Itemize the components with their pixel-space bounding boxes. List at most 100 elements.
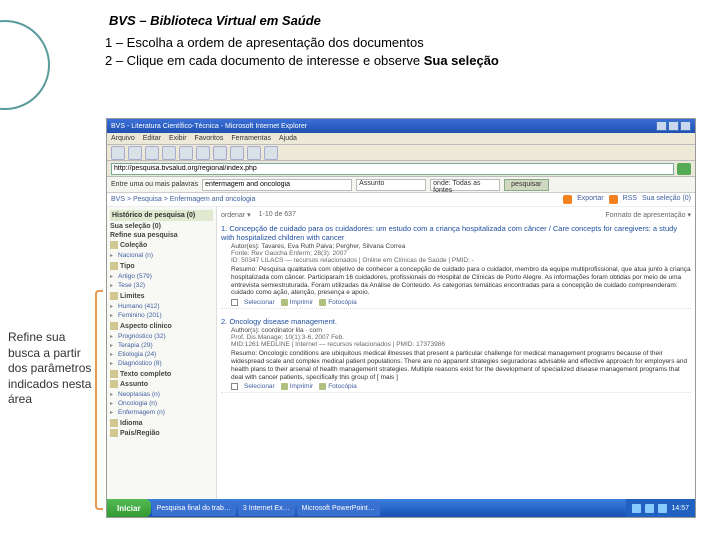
- filter-texto[interactable]: Texto completo: [110, 370, 213, 378]
- search-row: Entre uma ou mais palavras Assunto onde:…: [107, 177, 695, 193]
- close-button[interactable]: [680, 121, 691, 131]
- history-button[interactable]: [230, 146, 244, 160]
- address-input[interactable]: [111, 163, 674, 175]
- results-range: 1-10 de 637: [259, 211, 296, 219]
- breadcrumb: BVS > Pesquisa > Enfermagem and oncologi…: [111, 196, 255, 203]
- rss-link[interactable]: RSS: [623, 195, 637, 204]
- stop-button[interactable]: [145, 146, 159, 160]
- forward-button[interactable]: [128, 146, 142, 160]
- search-submit-button[interactable]: pesquisar: [504, 179, 548, 191]
- task-item[interactable]: 3 Internet Ex…: [238, 501, 295, 516]
- result-source: Prof. Dis.Manage; 10(1):3-6, 2007 Feb.: [231, 334, 691, 341]
- task-item[interactable]: Pesquisa final do trab…: [152, 501, 236, 516]
- menu-ajuda[interactable]: Ajuda: [279, 135, 297, 142]
- filter-aspecto[interactable]: Aspecto clínico: [110, 322, 213, 330]
- taskbar: Iniciar Pesquisa final do trab… 3 Intern…: [107, 499, 695, 517]
- filter-colecao[interactable]: Coleção: [110, 241, 213, 249]
- menu-exibir[interactable]: Exibir: [169, 135, 187, 142]
- photocopy-icon: [319, 383, 326, 390]
- home-button[interactable]: [179, 146, 193, 160]
- result-source: Fonte: Rev Gaúcha Enferm; 28(3): 2007: [231, 250, 691, 257]
- filter-item[interactable]: Nacional (n): [110, 251, 213, 260]
- filter-item[interactable]: Neoplasias (n): [110, 390, 213, 399]
- tray-icon[interactable]: [658, 504, 667, 513]
- mail-button[interactable]: [247, 146, 261, 160]
- filter-idioma[interactable]: Idioma: [110, 419, 213, 427]
- search-scope-select[interactable]: onde: Todas as fontes: [430, 179, 500, 191]
- folder-icon: [110, 322, 118, 330]
- filter-item[interactable]: Feminino (201): [110, 311, 213, 320]
- print-button[interactable]: [264, 146, 278, 160]
- rss-icon[interactable]: [563, 195, 572, 204]
- refine-sidebar: Histórico de pesquisa (0) Sua seleção (0…: [107, 207, 217, 517]
- print-icon: [281, 299, 288, 306]
- folder-icon: [110, 429, 118, 437]
- select-action[interactable]: Selecionar: [244, 299, 275, 306]
- folder-icon: [110, 380, 118, 388]
- filter-item[interactable]: Etiologia (24): [110, 350, 213, 359]
- print-action[interactable]: Imprimir: [281, 299, 313, 306]
- slide-line1: 1 – Escolha a ordem de apresentação dos …: [105, 34, 695, 52]
- filter-assunto[interactable]: Assunto: [110, 380, 213, 388]
- filter-item[interactable]: Artigo (579): [110, 272, 213, 281]
- start-button[interactable]: Iniciar: [107, 499, 151, 517]
- selection-link[interactable]: Sua seleção (0): [642, 195, 691, 204]
- back-button[interactable]: [111, 146, 125, 160]
- result-actions: Selecionar Imprimir Fotocópia: [231, 383, 691, 390]
- history-header[interactable]: Histórico de pesquisa (0): [110, 210, 213, 221]
- search-input[interactable]: [202, 179, 352, 191]
- result-title-link[interactable]: Concepção de cuidado para os cuidadores:…: [221, 224, 677, 242]
- minimize-button[interactable]: [656, 121, 667, 131]
- order-select[interactable]: ordenar ▾: [221, 211, 251, 219]
- folder-icon: [110, 241, 118, 249]
- rss-icon-2[interactable]: [609, 195, 618, 204]
- filter-item[interactable]: Enfermagem (n): [110, 408, 213, 417]
- breadcrumb-row: BVS > Pesquisa > Enfermagem and oncologi…: [107, 193, 695, 207]
- filter-tipo[interactable]: Tipo: [110, 262, 213, 270]
- filter-item[interactable]: Diagnóstico (8): [110, 359, 213, 368]
- print-action[interactable]: Imprimir: [281, 383, 313, 390]
- select-action[interactable]: Selecionar: [244, 383, 275, 390]
- search-label: Entre uma ou mais palavras: [111, 181, 198, 188]
- menu-favoritos[interactable]: Favoritos: [195, 135, 224, 142]
- filter-item[interactable]: Oncologia (n): [110, 399, 213, 408]
- search-field-select[interactable]: Assunto: [356, 179, 426, 191]
- result-title-link[interactable]: Oncology disease management.: [229, 317, 337, 326]
- export-link[interactable]: Exportar: [577, 195, 603, 204]
- menu-arquivo[interactable]: Arquivo: [111, 135, 135, 142]
- favorites-button[interactable]: [213, 146, 227, 160]
- tray-icon[interactable]: [632, 504, 641, 513]
- menu-ferramentas[interactable]: Ferramentas: [231, 135, 271, 142]
- filter-limites[interactable]: Limites: [110, 292, 213, 300]
- filter-item[interactable]: Terapia (29): [110, 341, 213, 350]
- refresh-button[interactable]: [162, 146, 176, 160]
- folder-icon: [110, 370, 118, 378]
- format-select[interactable]: Formato de apresentação ▾: [605, 211, 691, 219]
- refine-header: Refine sua pesquisa: [110, 232, 213, 239]
- window-titlebar: BVS - Literatura Científico-Técnica - Mi…: [107, 119, 695, 133]
- tray-icon[interactable]: [645, 504, 654, 513]
- slide-line2: 2 – Clique em cada documento de interess…: [105, 52, 695, 70]
- maximize-button[interactable]: [668, 121, 679, 131]
- folder-icon: [110, 292, 118, 300]
- filter-item[interactable]: Prognóstico (32): [110, 332, 213, 341]
- print-icon: [281, 383, 288, 390]
- filter-pais[interactable]: País/Região: [110, 429, 213, 437]
- decorative-circle: [0, 20, 50, 110]
- clock: 14:57: [671, 505, 689, 512]
- folder-icon: [110, 419, 118, 427]
- select-checkbox[interactable]: [231, 383, 238, 390]
- result-authors: Author(s): coordinator lila · corn: [231, 327, 691, 334]
- search-button[interactable]: [196, 146, 210, 160]
- menu-editar[interactable]: Editar: [143, 135, 161, 142]
- your-selection[interactable]: Sua seleção (0): [110, 223, 213, 230]
- task-item[interactable]: Microsoft PowerPoint…: [297, 501, 380, 516]
- results-main: ordenar ▾ 1-10 de 637 Formato de apresen…: [217, 207, 695, 517]
- filter-item[interactable]: Humano (412): [110, 302, 213, 311]
- select-checkbox[interactable]: [231, 299, 238, 306]
- photocopy-action[interactable]: Fotocópia: [319, 383, 357, 390]
- photocopy-action[interactable]: Fotocópia: [319, 299, 357, 306]
- filter-item[interactable]: Tese (32): [110, 281, 213, 290]
- nav-toolbar: [107, 145, 695, 161]
- go-button[interactable]: [677, 163, 691, 175]
